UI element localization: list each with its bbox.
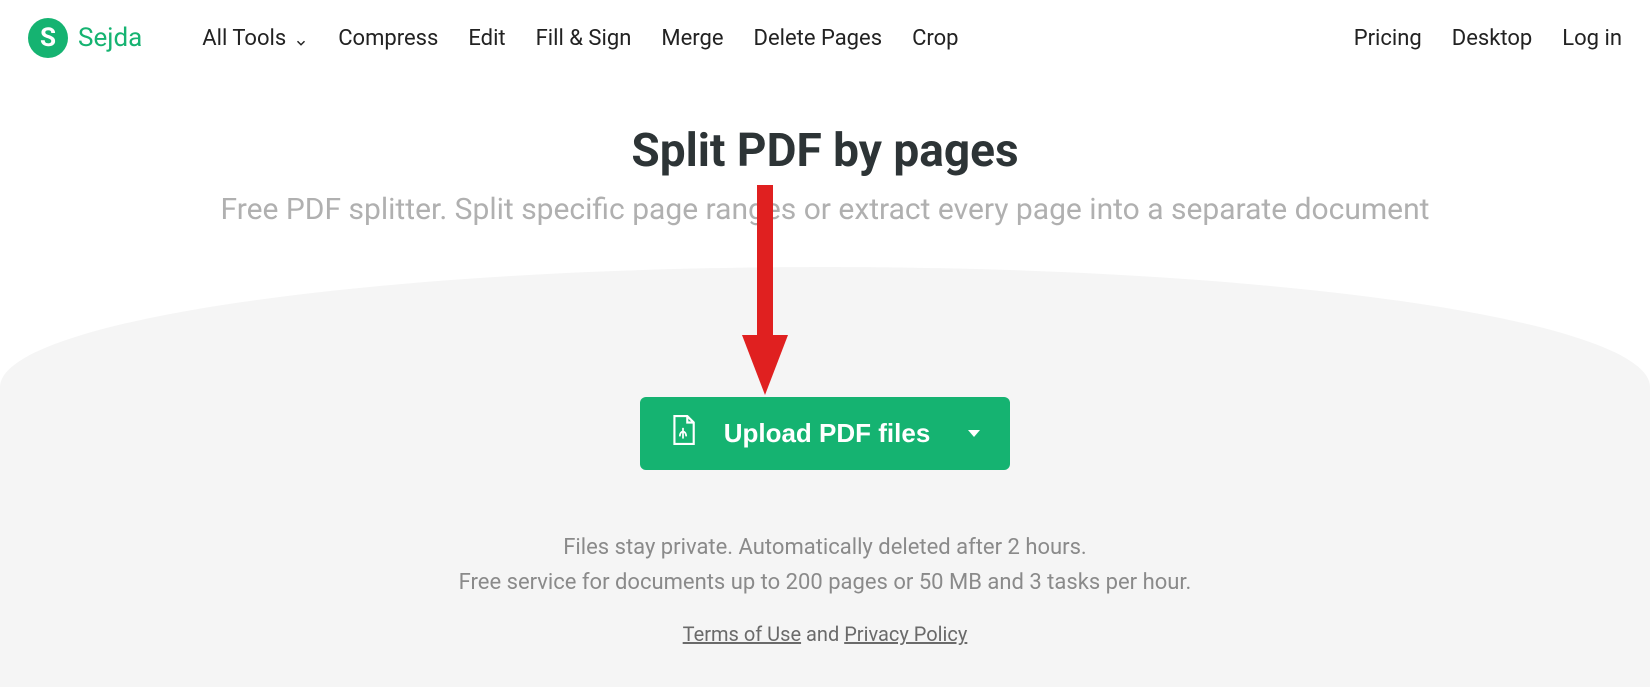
upload-button[interactable]: Upload PDF files [640, 397, 1011, 470]
nav-delete-pages[interactable]: Delete Pages [754, 26, 883, 51]
nav-pricing[interactable]: Pricing [1354, 26, 1422, 51]
nav-compress[interactable]: Compress [338, 26, 438, 51]
chevron-down-icon [294, 31, 308, 45]
logo-mark: S [28, 18, 68, 58]
page-title: Split PDF by pages [0, 124, 1650, 178]
nav-fill-sign[interactable]: Fill & Sign [536, 26, 632, 51]
nav-desktop[interactable]: Desktop [1452, 26, 1533, 51]
logo[interactable]: S Sejda [28, 18, 142, 58]
nav-crop[interactable]: Crop [912, 26, 958, 51]
upload-area: Upload PDF files [0, 397, 1650, 470]
header: S Sejda All Tools Compress Edit Fill & S… [0, 0, 1650, 76]
nav-all-tools[interactable]: All Tools [202, 26, 308, 51]
nav-merge[interactable]: Merge [661, 26, 723, 51]
privacy-link[interactable]: Privacy Policy [844, 622, 967, 646]
terms-link[interactable]: Terms of Use [683, 622, 801, 646]
nav-label: All Tools [202, 26, 286, 51]
note-limits: Free service for documents up to 200 pag… [0, 565, 1650, 600]
legal-links: Terms of Use and Privacy Policy [0, 622, 1650, 646]
info-notes: Files stay private. Automatically delete… [0, 530, 1650, 600]
nav-login[interactable]: Log in [1562, 26, 1622, 51]
upload-button-label: Upload PDF files [724, 418, 931, 449]
hero: Split PDF by pages Free PDF splitter. Sp… [0, 76, 1650, 227]
legal-separator: and [801, 622, 844, 646]
logo-text: Sejda [78, 23, 142, 53]
pdf-file-icon [670, 415, 696, 452]
nav-right: Pricing Desktop Log in [1354, 26, 1622, 51]
page-subtitle: Free PDF splitter. Split specific page r… [0, 192, 1650, 227]
caret-down-icon [968, 430, 980, 437]
nav-edit[interactable]: Edit [468, 26, 505, 51]
main-nav: All Tools Compress Edit Fill & Sign Merg… [202, 26, 1323, 51]
note-privacy: Files stay private. Automatically delete… [0, 530, 1650, 565]
